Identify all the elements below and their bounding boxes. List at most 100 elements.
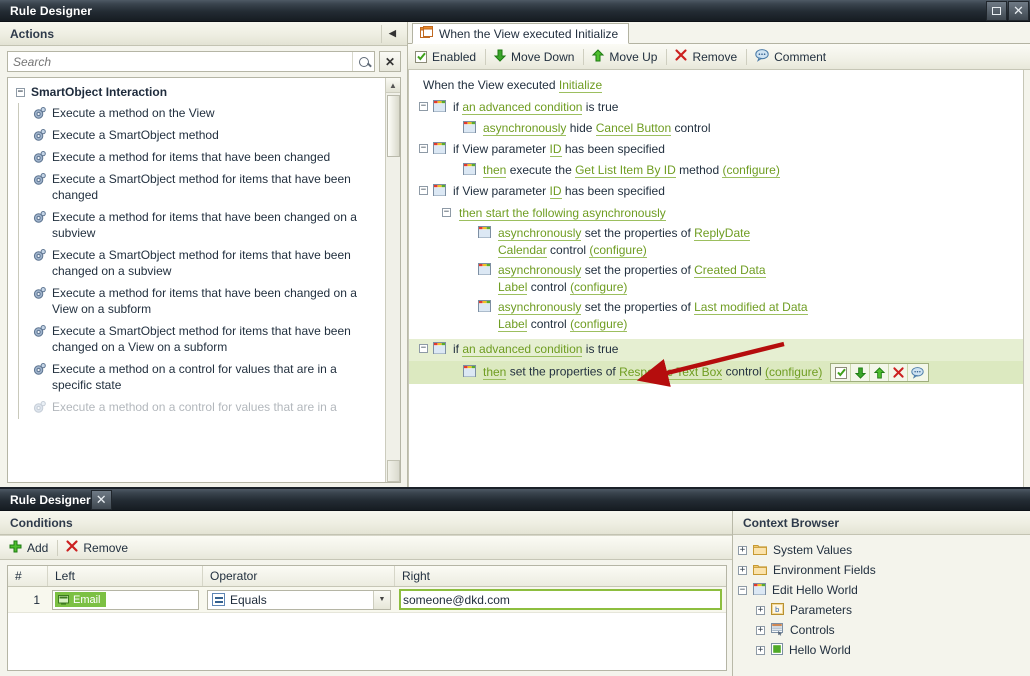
toolbar-move-up-button[interactable]: Move Up [592, 44, 666, 69]
rule-link[interactable]: (configure) [570, 280, 628, 295]
enable-toggle[interactable] [832, 364, 852, 381]
async-child-node[interactable]: asynchronously set the properties of Rep… [409, 225, 1023, 259]
node-expander[interactable]: − [419, 99, 430, 111]
tab-when-view-executed-initialize[interactable]: When the View executed Initialize [412, 23, 630, 44]
scroll-grip[interactable] [386, 460, 400, 482]
rule-link[interactable]: an advanced condition [462, 100, 583, 115]
context-tree-node[interactable]: + b Parameters [738, 600, 1030, 620]
rule-link[interactable]: then [483, 163, 507, 178]
selected-rule-child-node[interactable]: then set the properties of Response Text… [409, 361, 1023, 384]
action-list-item[interactable]: Execute a method for items that have bee… [29, 147, 381, 169]
node-expander[interactable]: + [756, 625, 765, 635]
rule-node-child[interactable]: then execute the Get List Item By ID met… [409, 162, 1023, 180]
chevron-down-icon[interactable]: ▼ [373, 590, 390, 609]
async-group-node[interactable]: − then start the following asynchronously [409, 205, 1023, 222]
inline-action-toolbar[interactable] [830, 363, 930, 382]
close-icon[interactable]: ✕ [90, 490, 112, 510]
x-remove-icon[interactable] [889, 364, 909, 381]
rule-link[interactable]: Label [498, 280, 528, 295]
rule-link[interactable]: ID [549, 184, 562, 199]
search-box[interactable] [7, 51, 375, 72]
toolbar-remove-button[interactable]: Remove [675, 44, 746, 69]
rule-link[interactable]: asynchronously [483, 121, 567, 136]
node-expander[interactable]: − [442, 205, 453, 217]
rule-link[interactable]: (configure) [764, 364, 823, 380]
toolbar-enabled-button[interactable]: Enabled [415, 44, 485, 69]
arrow-down-icon[interactable] [851, 364, 871, 381]
remove-condition-button[interactable]: Remove [66, 536, 137, 559]
rule-node[interactable]: − if View parameter ID has been specified [409, 141, 1023, 159]
node-expander[interactable]: − [738, 585, 747, 595]
right-cell[interactable]: someone@dkd.com [395, 587, 726, 612]
action-list-item[interactable]: Execute a method for items that have bee… [29, 207, 381, 245]
rule-link[interactable]: an advanced condition [462, 342, 583, 357]
actions-scrollbar[interactable]: ▲ [385, 78, 400, 482]
scroll-thumb[interactable] [386, 95, 400, 157]
clear-icon[interactable]: ✕ [379, 51, 401, 72]
left-cell[interactable]: Email [48, 587, 203, 612]
comment-icon[interactable] [908, 364, 927, 381]
right-value-input[interactable]: someone@dkd.com [399, 589, 722, 610]
node-expander[interactable]: + [756, 605, 765, 615]
rule-link[interactable]: asynchronously [498, 263, 582, 278]
context-tree-node[interactable]: − Edit Hello World [738, 580, 1030, 600]
rule-link[interactable]: Get List Item By ID [575, 163, 676, 178]
action-list-item[interactable]: Execute a method for items that have bee… [29, 283, 381, 321]
actions-group-smartobject-interaction[interactable]: − SmartObject Interaction [14, 84, 381, 103]
selected-rule-node[interactable]: − if an advanced condition is true [409, 339, 1023, 361]
group-expander-icon[interactable]: − [16, 87, 25, 97]
rule-link[interactable]: Calendar [498, 243, 547, 258]
maximize-icon[interactable] [986, 1, 1007, 21]
rule-node[interactable]: − if an advanced condition is true [409, 99, 1023, 117]
rule-link[interactable]: asynchronously [498, 300, 582, 315]
node-expander[interactable]: − [419, 141, 430, 153]
toolbar-move-down-button[interactable]: Move Down [493, 44, 583, 69]
rule-link[interactable]: then [483, 364, 507, 380]
context-tree-node[interactable]: + Hello World [738, 640, 1030, 660]
action-list-item[interactable]: Execute a SmartObject method [29, 125, 381, 147]
action-list-item[interactable]: Execute a method on a control for values… [29, 397, 381, 419]
operator-dropdown[interactable]: Equals ▼ [207, 589, 391, 610]
collapse-left-icon[interactable]: ◀ [381, 24, 403, 43]
node-expander[interactable]: + [756, 645, 765, 655]
action-list-item[interactable]: Execute a method on a control for values… [29, 359, 381, 397]
rule-node[interactable]: − if View parameter ID has been specified [409, 183, 1023, 201]
context-tree-node[interactable]: + Controls [738, 620, 1030, 640]
rule-link[interactable]: (configure) [722, 163, 780, 178]
rule-node-child[interactable]: asynchronously hide Cancel Button contro… [409, 120, 1023, 138]
rule-link[interactable]: asynchronously [498, 226, 582, 241]
node-expander[interactable]: + [738, 545, 747, 555]
rule-link[interactable]: ID [549, 142, 562, 157]
action-list-item[interactable]: Execute a SmartObject method for items t… [29, 169, 381, 207]
node-expander[interactable]: + [738, 565, 747, 575]
rule-link[interactable]: Created Data [694, 263, 766, 278]
context-tree-node[interactable]: + Environment Fields [738, 560, 1030, 580]
scroll-up-icon[interactable]: ▲ [385, 78, 400, 93]
rule-link[interactable]: (configure) [570, 317, 628, 332]
action-list-item[interactable]: Execute a method on the View [29, 103, 381, 125]
action-list-item[interactable]: Execute a SmartObject method for items t… [29, 245, 381, 283]
table-row[interactable]: 1 Email Equals ▼ someone@dkd.com [8, 587, 726, 613]
arrow-up-icon[interactable] [870, 364, 890, 381]
rule-link[interactable]: (configure) [589, 243, 647, 258]
search-icon[interactable] [352, 52, 374, 71]
rule-link[interactable]: Label [498, 317, 528, 332]
add-condition-button[interactable]: Add [9, 536, 57, 559]
node-expander[interactable]: − [419, 183, 430, 195]
rule-link[interactable]: ReplyDate [694, 226, 751, 241]
toolbar-comment-button[interactable]: Comment [755, 44, 835, 69]
search-input[interactable] [8, 52, 352, 71]
rule-link[interactable]: Response Text Box [619, 364, 723, 380]
async-child-node[interactable]: asynchronously set the properties of Cre… [409, 262, 1023, 296]
rule-link[interactable]: Cancel Button [595, 121, 672, 136]
rule-heading-link[interactable]: Initialize [558, 78, 603, 93]
action-list-item[interactable]: Execute a SmartObject method for items t… [29, 321, 381, 359]
context-tree-node[interactable]: + System Values [738, 540, 1030, 560]
left-field-input[interactable]: Email [52, 589, 199, 610]
node-expander[interactable]: − [419, 341, 430, 353]
operator-cell[interactable]: Equals ▼ [203, 587, 395, 612]
close-icon[interactable]: ✕ [1008, 1, 1029, 21]
rule-link[interactable]: Last modified at Data [694, 300, 808, 315]
async-child-node[interactable]: asynchronously set the properties of Las… [409, 299, 1023, 333]
async-group-label[interactable]: then start the following asynchronously [453, 205, 666, 222]
